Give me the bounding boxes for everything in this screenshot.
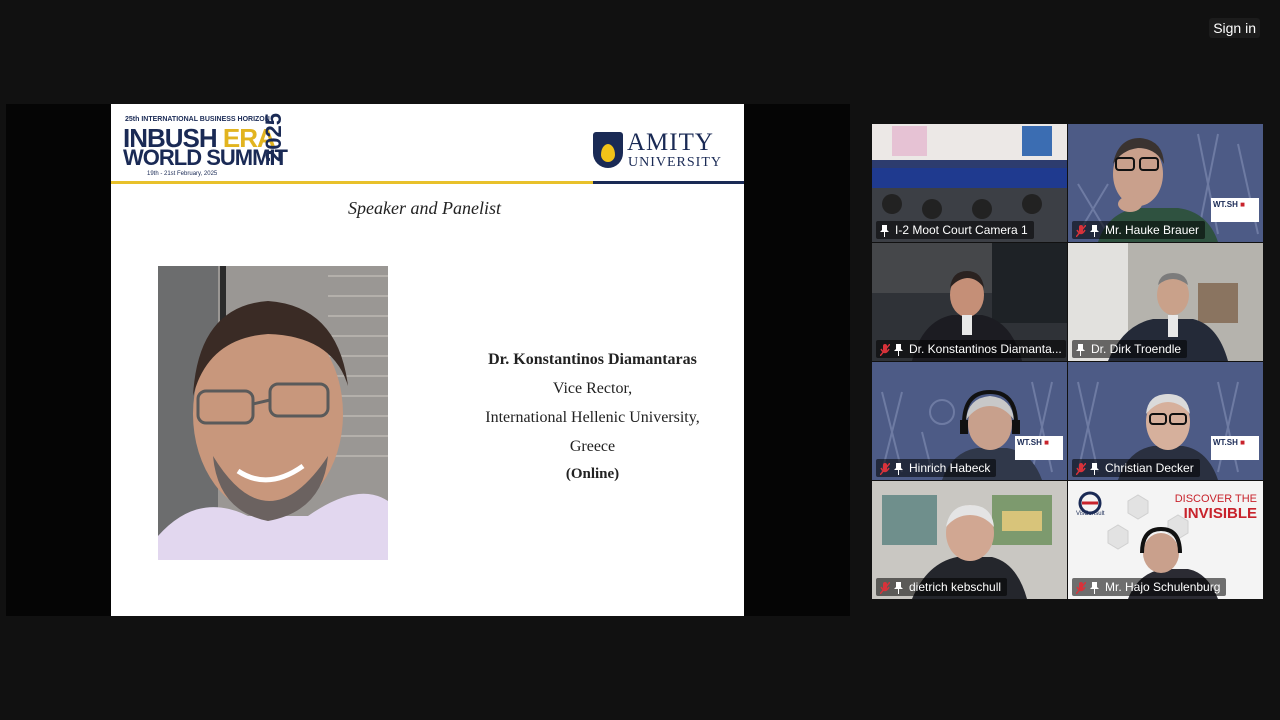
pin-icon — [1076, 343, 1085, 356]
mic-muted-icon — [1075, 462, 1087, 476]
summit-year: 2025 — [261, 113, 286, 162]
mic-muted-icon — [879, 343, 891, 357]
participant-tile[interactable]: WT.SH ■ Christian Decker — [1068, 362, 1263, 480]
wtsh-logo: WT.SH ■ — [1211, 436, 1259, 460]
amity-shield-icon — [593, 132, 623, 168]
participant-tile[interactable]: I-2 Moot Court Camera 1 — [872, 124, 1067, 242]
pin-icon — [894, 581, 903, 594]
inbush-era-logo: 25th INTERNATIONAL BUSINESS HORIZON INBU… — [123, 113, 293, 180]
participant-tile[interactable]: WT.SH ■ Hinrich Habeck — [872, 362, 1067, 480]
speaker-photo — [158, 266, 388, 560]
participant-name-tag: Christian Decker — [1072, 459, 1200, 477]
participant-tile[interactable]: Dr. Dirk Troendle — [1068, 243, 1263, 361]
speaker-attendance-mode: (Online) — [565, 466, 620, 482]
participant-name-tag: Hinrich Habeck — [876, 459, 997, 477]
amity-university-text: UNIVERSITY — [628, 155, 722, 170]
top-bar: Sign in — [0, 0, 1280, 60]
pin-icon — [1090, 462, 1099, 475]
participant-tile[interactable]: Dr. Konstantinos Diamanta... — [872, 243, 1067, 361]
slide-title: Speaker and Panelist — [348, 198, 501, 218]
participant-tile[interactable]: dietrich kebschull — [872, 481, 1067, 599]
amity-university-logo: AMITY UNIVERSITY — [591, 130, 741, 174]
participant-name-tag: dietrich kebschull — [876, 578, 1008, 596]
participant-name-tag: Dr. Dirk Troendle — [1072, 340, 1188, 358]
participant-name: Mr. Hauke Brauer — [1105, 223, 1200, 237]
speaker-info: Dr. Konstantinos Diamantaras Vice Rector… — [461, 346, 724, 487]
slide-header: 25th INTERNATIONAL BUSINESS HORIZON INBU… — [111, 104, 744, 184]
speaker-country: Greece — [569, 438, 616, 455]
participant-name: Dr. Konstantinos Diamanta... — [909, 342, 1062, 356]
mic-muted-icon — [1075, 581, 1087, 595]
participant-name: Dr. Dirk Troendle — [1091, 342, 1182, 356]
participant-tile[interactable]: WT.SH ■ Mr. Hauke Brauer — [1068, 124, 1263, 242]
visconsult-brand: VisConsult — [1076, 511, 1105, 517]
participant-name: dietrich kebschull — [909, 580, 1002, 594]
summit-dates: 19th - 21st February, 2025 — [147, 171, 218, 177]
pin-icon — [894, 343, 903, 356]
participant-name-tag: Mr. Hajo Schulenburg — [1072, 578, 1227, 596]
participant-name: Hinrich Habeck — [909, 461, 991, 475]
participant-name-tag: I-2 Moot Court Camera 1 — [876, 221, 1034, 239]
mic-muted-icon — [879, 581, 891, 595]
sign-in-button[interactable]: Sign in — [1209, 18, 1260, 38]
mic-muted-icon — [1075, 224, 1087, 238]
header-rule-blue — [593, 181, 744, 184]
invisible-text: INVISIBLE — [1183, 505, 1257, 522]
participant-name-tag: Dr. Konstantinos Diamanta... — [876, 340, 1066, 358]
summit-edition-text: 25th INTERNATIONAL BUSINESS HORIZON — [125, 116, 270, 123]
participant-gallery: I-2 Moot Court Camera 1 WT.SH ■ Mr. Hauk… — [872, 124, 1263, 599]
participant-name: Christian Decker — [1105, 461, 1194, 475]
participant-name: I-2 Moot Court Camera 1 — [895, 223, 1028, 237]
pin-icon — [1090, 224, 1099, 237]
participant-name-tag: Mr. Hauke Brauer — [1072, 221, 1206, 239]
pin-icon — [1090, 581, 1099, 594]
header-rule-yellow — [111, 181, 593, 184]
wtsh-logo: WT.SH ■ — [1211, 198, 1259, 222]
wtsh-logo: WT.SH ■ — [1015, 436, 1063, 460]
presentation-slide: 25th INTERNATIONAL BUSINESS HORIZON INBU… — [111, 104, 744, 616]
amity-name: AMITY — [627, 129, 714, 156]
participant-tile[interactable]: VisConsult DISCOVER THE INVISIBLE Mr. Ha… — [1068, 481, 1263, 599]
speaker-organization: International Hellenic University, — [485, 409, 700, 426]
pin-icon — [880, 224, 889, 237]
speaker-name: Dr. Konstantinos Diamantaras — [488, 351, 697, 368]
mic-muted-icon — [879, 462, 891, 476]
pin-icon — [894, 462, 903, 475]
speaker-role: Vice Rector, — [552, 380, 633, 397]
participant-name: Mr. Hajo Schulenburg — [1105, 580, 1221, 594]
